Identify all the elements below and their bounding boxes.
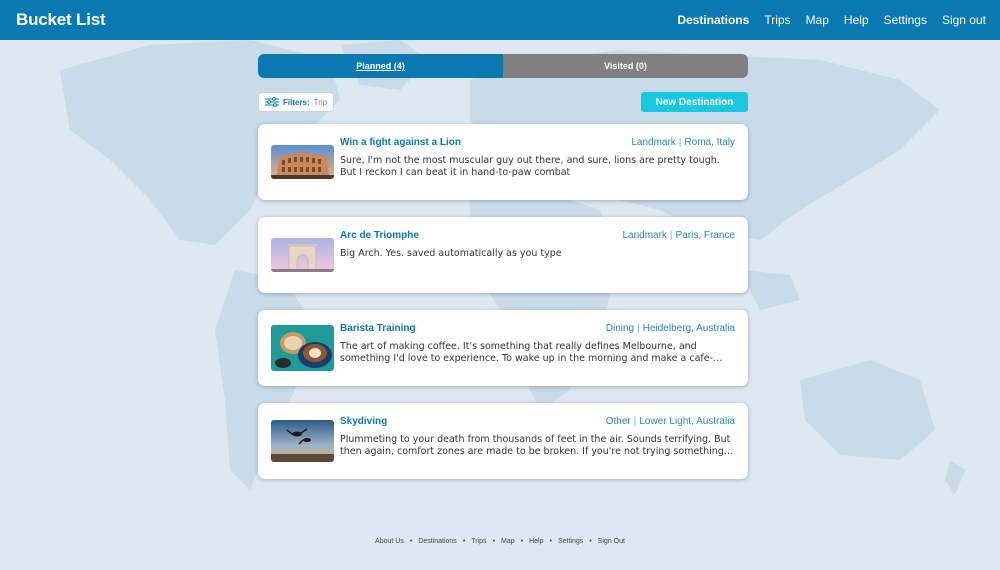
destination-description: Big Arch. Yes. saved automatically as yo… (340, 248, 562, 259)
filters-label: Filters: (283, 97, 310, 107)
destination-description: Plummeting to your death from thousands … (340, 434, 734, 457)
footer-help[interactable]: Help (529, 538, 543, 545)
destination-card[interactable]: Skydiving Other | Lower Light, Australia P… (258, 403, 748, 479)
footer-about-us[interactable]: About Us (375, 538, 404, 545)
destination-category: Landmark (631, 137, 676, 148)
arc-de-triomphe-thumbnail (271, 238, 334, 272)
destination-meta: Other | Lower Light, Australia (605, 416, 735, 427)
card-body: Arc de Triomphe Landmark | Paris, France B… (340, 230, 735, 260)
destination-title: Win a fight against a Lion (340, 137, 462, 148)
destination-card[interactable]: Barista Training Dining | Heidelberg, Aust… (258, 310, 748, 386)
new-destination-button[interactable]: New Destination (641, 92, 748, 112)
destination-tabs: Planned (4) Visited (0) (258, 54, 748, 78)
destination-title: Skydiving (340, 416, 388, 427)
filters-button[interactable]: Filters: Trip (258, 92, 335, 112)
destination-location: Lower Light, Australia (639, 416, 735, 427)
nav-sign-out[interactable]: Sign out (942, 13, 986, 27)
nav-destinations[interactable]: Destinations (677, 13, 749, 27)
destination-card[interactable]: Win a fight against a Lion Landmark | Roma… (258, 124, 748, 200)
destination-meta: Landmark | Paris, France (622, 230, 735, 241)
card-body: Skydiving Other | Lower Light, Australia P… (340, 416, 735, 458)
destination-meta: Landmark | Roma, Italy (631, 137, 735, 148)
destination-list: Win a fight against a Lion Landmark | Roma… (258, 124, 748, 479)
coffee-thumbnail (271, 325, 334, 371)
destination-card[interactable]: Arc de Triomphe Landmark | Paris, France B… (258, 217, 748, 293)
destination-category: Dining (605, 323, 635, 334)
skydiving-thumbnail (271, 420, 334, 462)
nav-trips[interactable]: Trips (764, 13, 790, 27)
footer-trips[interactable]: Trips (471, 538, 486, 545)
card-body: Barista Training Dining | Heidelberg, Aust… (340, 323, 735, 365)
footer-destinations[interactable]: Destinations (418, 538, 457, 545)
destination-meta: Dining | Heidelberg, Australia (605, 323, 735, 334)
destination-description: The art of making coffee. It's something… (340, 341, 723, 364)
nav-map[interactable]: Map (806, 13, 829, 27)
nav-settings[interactable]: Settings (884, 13, 927, 27)
nav-help[interactable]: Help (844, 13, 869, 27)
destination-location: Roma, Italy (684, 137, 735, 148)
nav-links: Destinations Trips Map Help Settings Sig… (677, 13, 986, 27)
destination-title: Barista Training (340, 323, 416, 334)
filters-value: Trip (313, 97, 328, 107)
sliders-icon (265, 97, 279, 107)
destination-title: Arc de Triomphe (340, 230, 419, 241)
top-navbar: Bucket List Destinations Trips Map Help … (0, 0, 1000, 40)
destination-location: Paris, France (675, 230, 735, 241)
destination-category: Landmark (622, 230, 667, 241)
footer-settings[interactable]: Settings (558, 538, 583, 545)
footer-map[interactable]: Map (501, 538, 515, 545)
colosseum-thumbnail (271, 145, 334, 179)
app-logo-title[interactable]: Bucket List (16, 10, 106, 30)
footer-links: About Us • Destinations • Trips • Map • Help… (375, 538, 625, 545)
destination-location: Heidelberg, Australia (642, 323, 735, 334)
tab-planned[interactable]: Planned (4) (258, 54, 503, 78)
tab-visited[interactable]: Visited (0) (503, 54, 748, 78)
main-content: Planned (4) Visited (0) Filters: Trip Ne… (258, 54, 748, 496)
footer-sign-out[interactable]: Sign Out (598, 538, 625, 545)
list-toolbar: Filters: Trip New Destination (258, 92, 748, 112)
destination-description: Sure, I'm not the most muscular guy out … (340, 155, 720, 178)
card-body: Win a fight against a Lion Landmark | Roma… (340, 137, 735, 179)
destination-category: Other (605, 416, 631, 427)
